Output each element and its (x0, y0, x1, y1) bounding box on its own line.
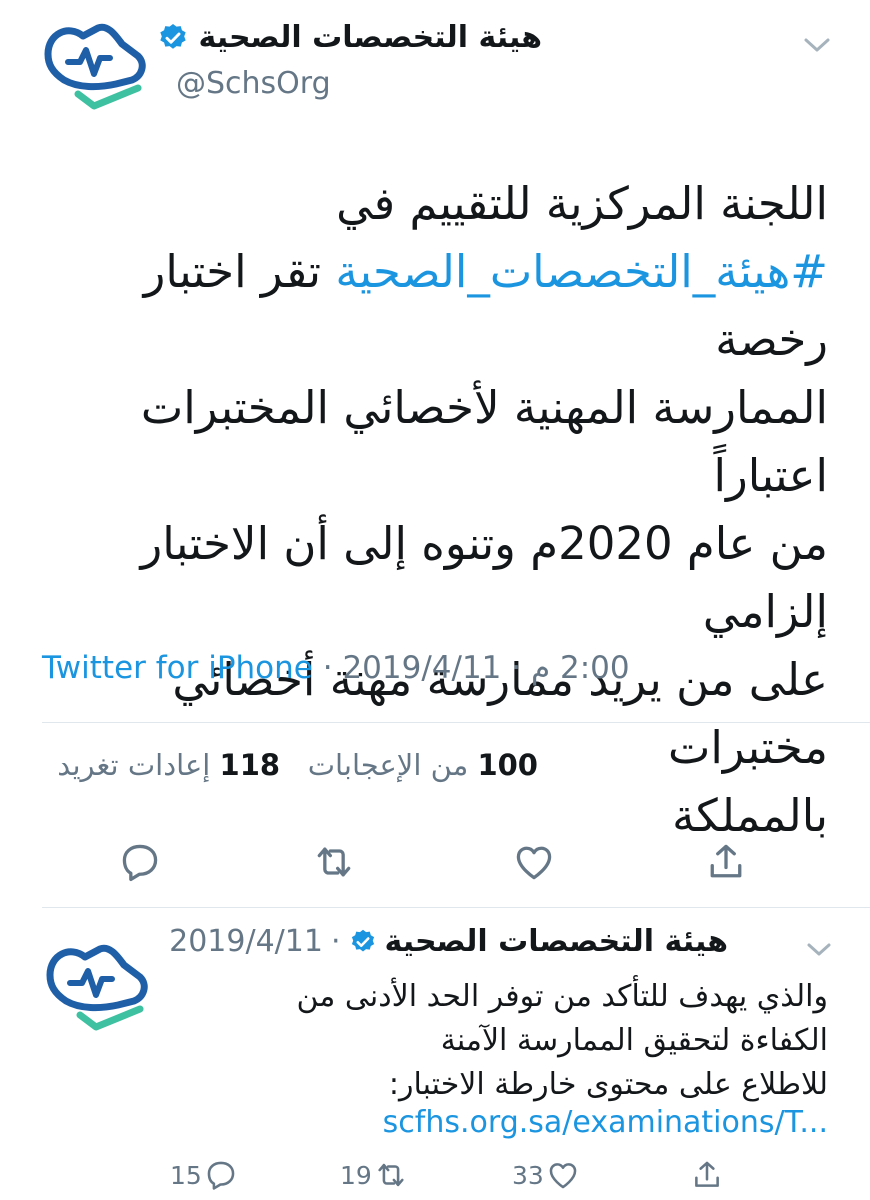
like-icon (549, 1163, 577, 1189)
verified-icon (159, 23, 186, 49)
author-name[interactable]: هيئة التخصصات الصحية (199, 20, 543, 55)
source-link[interactable]: Twitter for iPhone (42, 650, 313, 686)
like-button[interactable]: 33 (512, 1158, 580, 1192)
retweet-icon (378, 1163, 404, 1187)
tweet-line: #هيئة_التخصصات_الصحية تقر اختبار رخصة (28, 238, 828, 374)
meta-separator: · (501, 650, 531, 686)
reply-tweet-text: والذي يهدف للتأكد من توفر الحد الأدنى من… (188, 975, 828, 1107)
share-button[interactable] (690, 1158, 724, 1192)
url-link[interactable]: scfhs.org.sa/examinations/T... (383, 1105, 828, 1140)
retweets-label[interactable]: إعادات تغريد (57, 748, 210, 782)
retweets-count[interactable]: 118 (220, 748, 281, 782)
reply-button[interactable]: 15 (170, 1158, 238, 1192)
likes-label[interactable]: من الإعجابات (308, 748, 469, 782)
tweet-time: 2:00 م (530, 650, 630, 686)
retweet-icon[interactable] (312, 840, 356, 884)
tweet-line: الممارسة المهنية لأخصائي المختبرات اعتبا… (140, 381, 828, 502)
chevron-down-icon[interactable] (804, 940, 834, 960)
like-icon[interactable] (512, 840, 556, 884)
share-icon (695, 1161, 719, 1187)
divider (42, 722, 870, 723)
retweet-count: 19 (340, 1160, 372, 1190)
hashtag-link[interactable]: #هيئة_التخصصات_الصحية (335, 245, 828, 298)
tweet-line: من عام 2020م وتنوه إلى أن الاختبار إلزام… (140, 517, 828, 638)
chevron-down-icon[interactable] (800, 34, 834, 56)
tweet-line: والذي يهدف للتأكد من توفر الحد الأدنى من (296, 979, 828, 1014)
reply-icon[interactable] (118, 840, 162, 884)
organization-logo[interactable] (38, 14, 156, 114)
tweet-line: للاطلاع على محتوى خارطة الاختبار: (388, 1067, 828, 1102)
meta-separator: · (312, 650, 343, 686)
tweet-meta: Twitter for iPhone · 2019/4/11 · 2:00 م (42, 650, 630, 686)
tweet-date: 2019/4/11 (342, 650, 502, 686)
share-icon[interactable] (704, 840, 748, 884)
like-count: 33 (512, 1160, 544, 1190)
tweet-line: الكفاءة لتحقيق الممارسة الآمنة (440, 1023, 828, 1058)
tweet-line: اللجنة المركزية للتقييم في (336, 177, 828, 230)
author-name-row[interactable]: هيئة التخصصات الصحية (157, 20, 543, 55)
reply-tweet-header: هيئة التخصصات الصحية · 2019/4/11 (169, 924, 728, 959)
divider (42, 907, 870, 908)
organization-logo[interactable] (40, 935, 158, 1035)
reply-count: 15 (170, 1160, 202, 1190)
reply-icon (207, 1161, 235, 1190)
meta-dot: · (330, 924, 341, 959)
tweet-stats: 100 من الإعجابات 118 إعادات تغريد (57, 748, 538, 782)
author-handle[interactable]: @SchsOrg (176, 66, 331, 101)
retweet-button[interactable]: 19 (340, 1158, 408, 1192)
author-name[interactable]: هيئة التخصصات الصحية (385, 924, 729, 959)
tweet-date[interactable]: 2019/4/11 (169, 924, 323, 959)
verified-icon (351, 929, 374, 951)
likes-count[interactable]: 100 (477, 748, 538, 782)
